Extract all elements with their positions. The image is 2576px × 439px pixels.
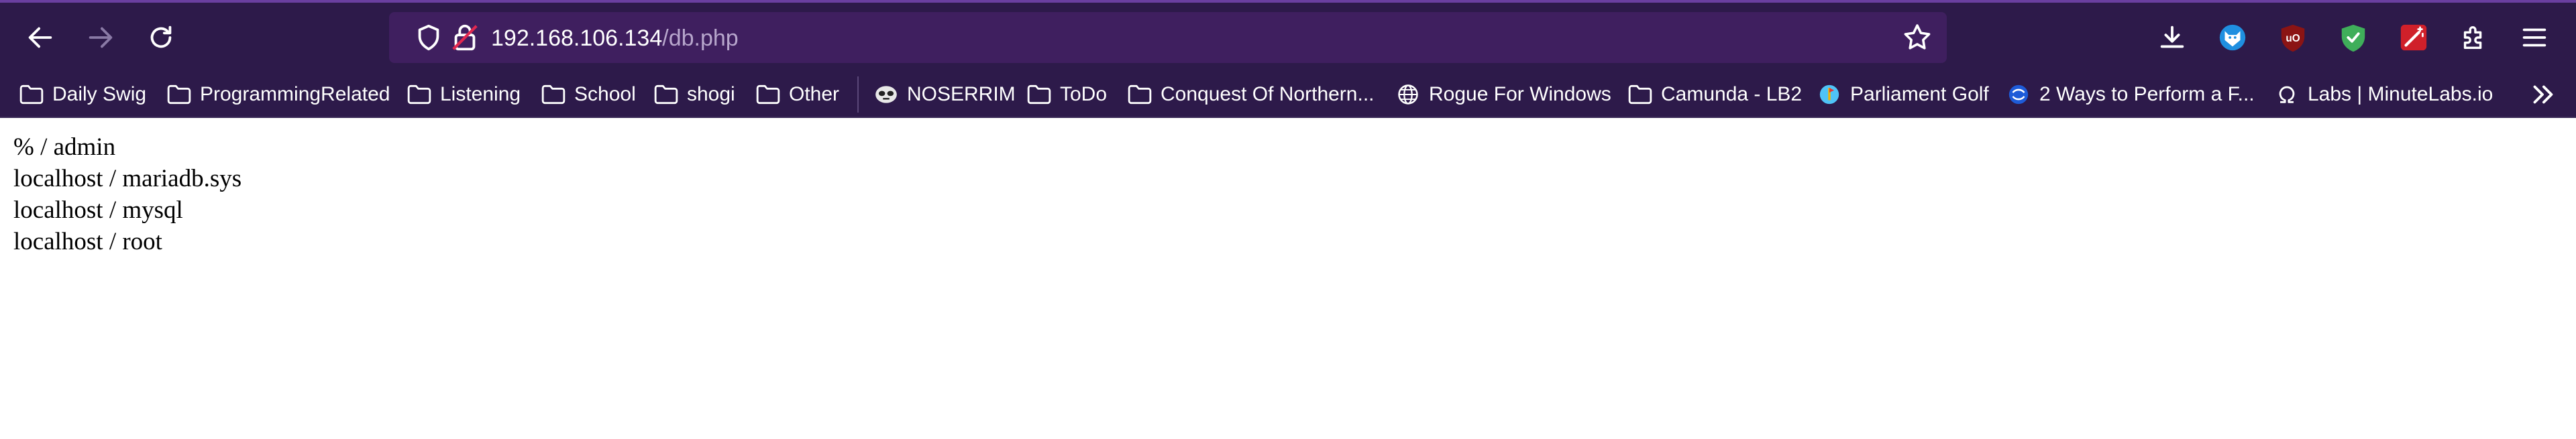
forward-button[interactable] <box>75 12 126 63</box>
browser-toolbar: 192.168.106.134/db.php uO <box>0 0 2576 72</box>
bookmark-label: Other <box>789 83 840 105</box>
db-user-line: localhost / mysql <box>13 196 183 224</box>
bookmark-star-icon[interactable] <box>1901 21 1933 54</box>
bookmark-parliament-golf[interactable]: Parliament Golf <box>1817 79 1989 110</box>
globe-icon <box>1395 83 1421 106</box>
bookmark-folder-school[interactable]: School <box>541 79 636 110</box>
folder-icon <box>755 83 781 106</box>
fox-extension-button[interactable] <box>2207 12 2258 63</box>
extensions-button[interactable] <box>2449 12 2500 63</box>
page-content: % / admin localhost / mariadb.sys localh… <box>13 131 241 257</box>
url-bar[interactable]: 192.168.106.134/db.php <box>389 12 1947 63</box>
bookmark-label: shogi <box>687 83 735 105</box>
green-shield-extension-button[interactable] <box>2328 12 2379 63</box>
back-arrow-icon <box>28 27 52 48</box>
bookmark-folder-camunda-lb2[interactable]: Camunda - LB2 <box>1627 79 1802 110</box>
bookmark-label: School <box>574 83 636 105</box>
bookmark-label: Camunda - LB2 <box>1661 83 1803 105</box>
folder-icon <box>653 83 679 106</box>
bookmarks-overflow-button[interactable] <box>2517 69 2568 120</box>
extensions-puzzle-icon <box>2463 25 2482 50</box>
bookmark-label: Daily Swig <box>52 83 147 105</box>
bookmark-folder-todo[interactable]: ToDo <box>1026 79 1107 110</box>
back-button[interactable] <box>15 12 66 63</box>
folder-icon <box>19 83 44 106</box>
reload-button[interactable] <box>136 12 186 63</box>
url-text[interactable]: 192.168.106.134/db.php <box>491 23 739 54</box>
bookmark-label: Rogue For Windows <box>1429 83 1611 105</box>
omega-icon <box>2274 83 2300 106</box>
bookmarks-separator <box>857 76 859 113</box>
folder-icon <box>1627 83 1653 106</box>
ublock-origin-button[interactable]: uO <box>2267 12 2318 63</box>
bookmark-minutelabs[interactable]: Labs | MinuteLabs.io <box>2274 79 2493 110</box>
reload-icon <box>150 25 172 48</box>
wand-extension-button[interactable] <box>2388 12 2439 63</box>
forward-arrow-icon <box>89 27 113 48</box>
bookmark-folder-listening[interactable]: Listening <box>407 79 521 110</box>
bookmark-rogue-for-windows[interactable]: Rogue For Windows <box>1395 79 1611 110</box>
green-shield-extension-icon <box>2341 24 2365 52</box>
toolbar-accent-line <box>0 0 2576 3</box>
bookmark-label: ProgrammingRelated <box>200 83 390 105</box>
bookmark-label: Parliament Golf <box>1850 83 1989 105</box>
blue-swirl-icon <box>2006 83 2031 106</box>
ublock-origin-icon: uO <box>2281 24 2305 52</box>
tracking-protection-shield-icon[interactable] <box>413 22 444 53</box>
bookmarks-toolbar: Daily Swig ProgrammingRelated Listening … <box>0 72 2576 118</box>
folder-icon <box>407 83 432 106</box>
bookmark-label: Labs | MinuteLabs.io <box>2308 83 2493 105</box>
bookmark-label: ToDo <box>1060 83 1108 105</box>
bookmark-noserrim[interactable]: NOSERRIM <box>873 79 1016 110</box>
downloads-button[interactable] <box>2147 12 2198 63</box>
downloads-icon <box>2160 25 2184 48</box>
bookmark-label: Listening <box>440 83 521 105</box>
app-menu-button[interactable] <box>2509 12 2560 63</box>
app-menu-icon <box>2522 28 2546 47</box>
bookmark-folder-shogi[interactable]: shogi <box>653 79 735 110</box>
bookmark-folder-other[interactable]: Other <box>755 79 839 110</box>
bookmark-folder-programmingrelated[interactable]: ProgrammingRelated <box>166 79 390 110</box>
wand-extension-icon <box>2400 24 2427 51</box>
db-user-line: localhost / root <box>13 228 162 255</box>
bookmark-folder-conquest-of-northern[interactable]: Conquest Of Northern... <box>1127 79 1375 110</box>
bookmark-label: 2 Ways to Perform a F... <box>2039 83 2255 105</box>
mask-icon <box>873 83 899 106</box>
db-user-line: % / admin <box>13 133 116 161</box>
folder-icon <box>1127 83 1152 106</box>
bookmark-2-ways-to-perform[interactable]: 2 Ways to Perform a F... <box>2006 79 2255 110</box>
bookmark-folder-daily-swig[interactable]: Daily Swig <box>19 79 146 110</box>
chevron-double-right-icon <box>2533 85 2553 104</box>
url-path: /db.php <box>662 25 739 51</box>
url-host: 192.168.106.134 <box>491 25 663 51</box>
svg-text:uO: uO <box>2286 33 2300 44</box>
parliament-golf-icon <box>1817 83 1842 106</box>
folder-icon <box>1026 83 1052 106</box>
insecure-connection-lock-icon[interactable] <box>449 22 480 53</box>
db-user-line: localhost / mariadb.sys <box>13 165 242 192</box>
bookmark-label: Conquest Of Northern... <box>1161 83 1375 105</box>
folder-icon <box>166 83 192 106</box>
fox-extension-icon <box>2219 24 2246 51</box>
bookmark-label: NOSERRIM <box>907 83 1016 105</box>
folder-icon <box>541 83 566 106</box>
